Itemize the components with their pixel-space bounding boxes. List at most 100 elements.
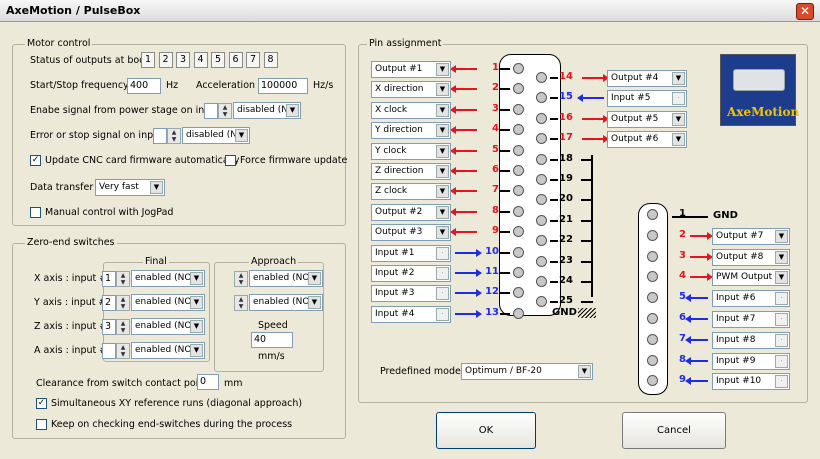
pin-assignment-select[interactable]: Output #5 ▼ bbox=[607, 110, 687, 128]
predefined-model-label: Predefined model : bbox=[380, 366, 470, 377]
boot-output-button-2[interactable]: 2 bbox=[158, 52, 173, 68]
pin-assignment-value: Input #9 bbox=[716, 355, 756, 366]
pulsebox-device-image bbox=[733, 69, 785, 91]
approach-spinner[interactable]: ▲ ▼ bbox=[234, 295, 248, 311]
pin-assignment-select[interactable]: PWM Output ▼ bbox=[712, 269, 790, 287]
boot-output-button-6[interactable]: 6 bbox=[228, 52, 243, 68]
pin-number: 17 bbox=[559, 132, 573, 144]
axis-input-spinner[interactable]: ▲ ▼ bbox=[116, 343, 130, 359]
error-input-number[interactable] bbox=[153, 128, 167, 144]
keep-checking-checkbox[interactable] bbox=[36, 419, 47, 430]
clearance-input[interactable]: 0 bbox=[197, 374, 219, 390]
pin-hole bbox=[647, 354, 658, 366]
pin-assignment-select[interactable]: Z direction ▼ bbox=[371, 163, 451, 180]
boot-output-button-8[interactable]: 8 bbox=[263, 52, 278, 68]
pin-hole bbox=[647, 313, 658, 324]
boot-output-button-5[interactable]: 5 bbox=[211, 52, 225, 68]
pin-assignment-select[interactable]: Input #10 · bbox=[712, 373, 790, 391]
pin-number: 15 bbox=[559, 91, 573, 103]
chevron-down-icon: ▼ bbox=[308, 296, 321, 309]
gnd-bus-line bbox=[591, 155, 593, 297]
speed-input[interactable]: 40 bbox=[251, 332, 293, 348]
pin-assignment-select[interactable]: Output #3 ▼ bbox=[371, 224, 451, 242]
pin-hole bbox=[536, 112, 547, 124]
pin-line bbox=[500, 190, 510, 193]
pin-assignment-select[interactable]: Z clock ▼ bbox=[371, 183, 451, 201]
predefined-model-select[interactable]: Optimum / BF-20 ▼ bbox=[461, 363, 593, 380]
pin-assignment-select[interactable]: Y direction ▼ bbox=[371, 122, 451, 140]
pin-assignment-select[interactable]: Output #1 ▼ bbox=[371, 61, 451, 78]
output-arrow-icon bbox=[450, 187, 477, 196]
pin-assignment-select[interactable]: Input #6 · bbox=[712, 290, 790, 308]
chevron-down-icon: ▼ bbox=[672, 72, 685, 85]
axis-approach-select[interactable]: enabled (NO) ▼ bbox=[249, 294, 323, 311]
axis-approach-select[interactable]: enabled (NO) ▼ bbox=[249, 270, 323, 287]
pin-assignment-value: Output #6 bbox=[611, 134, 659, 145]
chevron-down-icon: ▼ bbox=[286, 104, 299, 117]
pin-number: 7 bbox=[492, 184, 499, 196]
axis-input-spinner[interactable]: ▲ ▼ bbox=[116, 295, 130, 311]
simultaneous-xy-checkbox[interactable]: ✓ bbox=[36, 398, 47, 409]
enable-input-spinner[interactable]: ▲ ▼ bbox=[218, 103, 232, 119]
pin-assignment-select[interactable]: Input #8 · bbox=[712, 331, 790, 349]
acceleration-input[interactable]: 100000 bbox=[258, 78, 308, 94]
close-button[interactable]: ✕ bbox=[796, 3, 814, 20]
boot-output-button-1[interactable]: 1 bbox=[141, 52, 155, 68]
axis-input-number[interactable]: 2 bbox=[102, 295, 116, 311]
pin-assignment-select[interactable]: X direction ▼ bbox=[371, 81, 451, 99]
output-arrow-icon bbox=[450, 126, 477, 135]
axis-final-select[interactable]: enabled (NO) ▼ bbox=[131, 294, 205, 311]
pin-assignment-select[interactable]: Y clock ▼ bbox=[371, 142, 451, 160]
error-input-spinner[interactable]: ▲ ▼ bbox=[167, 128, 181, 144]
pin-hole bbox=[536, 276, 547, 287]
axis-input-spinner[interactable]: ▲ ▼ bbox=[116, 271, 130, 287]
boot-output-button-4[interactable]: 4 bbox=[193, 52, 208, 68]
axis-input-number[interactable]: 1 bbox=[102, 271, 116, 287]
pin-assignment-select[interactable]: Input #7 · bbox=[712, 311, 790, 328]
pin-assignment-select[interactable]: Input #2 · bbox=[371, 265, 451, 282]
axis-final-select[interactable]: enabled (NO) ▼ bbox=[131, 342, 205, 359]
ok-button[interactable]: OK bbox=[436, 412, 536, 449]
pin-assignment-select[interactable]: Output #7 ▼ bbox=[712, 227, 790, 245]
cancel-button[interactable]: Cancel bbox=[622, 412, 726, 449]
pin-assignment-select[interactable]: Output #6 ▼ bbox=[607, 131, 687, 149]
pin-assignment-value: Z clock bbox=[375, 186, 408, 197]
jogpad-checkbox[interactable] bbox=[30, 207, 41, 218]
pin-assignment-select[interactable]: Output #4 ▼ bbox=[607, 70, 687, 87]
pin-assignment-select[interactable]: X clock ▼ bbox=[371, 101, 451, 119]
start-stop-frequency-input[interactable]: 400 bbox=[127, 78, 161, 94]
pin-assignment-select[interactable]: Input #4 · bbox=[371, 305, 451, 323]
output-arrow-icon bbox=[582, 135, 609, 144]
axis-final-select[interactable]: enabled (NO) ▼ bbox=[131, 318, 205, 335]
pin-assignment-select[interactable]: Input #3 · bbox=[371, 285, 451, 303]
pin-assignment-select[interactable]: Output #2 ▼ bbox=[371, 203, 451, 221]
error-signal-select[interactable]: disabled (NC ▼ bbox=[182, 127, 250, 144]
force-firmware-checkbox[interactable] bbox=[225, 155, 236, 166]
enable-signal-select[interactable]: disabled (NC ▼ bbox=[233, 102, 301, 119]
axis-final-select[interactable]: enabled (NO) ▼ bbox=[131, 270, 205, 287]
axis-input-spinner[interactable]: ▲ ▼ bbox=[116, 319, 130, 335]
input-arrow-icon bbox=[577, 94, 604, 103]
pin-assignment-select[interactable]: Input #9 · bbox=[712, 352, 790, 370]
axis-input-number[interactable] bbox=[102, 343, 116, 359]
spin-down-icon: ▼ bbox=[120, 351, 126, 358]
chevron-down-icon: ▼ bbox=[436, 165, 449, 178]
boot-output-button-7[interactable]: 7 bbox=[246, 52, 260, 68]
enable-input-number[interactable] bbox=[204, 103, 218, 119]
approach-spinner[interactable]: ▲ ▼ bbox=[234, 271, 248, 287]
pin-assignment-select[interactable]: Output #8 ▼ bbox=[712, 248, 790, 266]
axis-final-value: enabled (NO) bbox=[135, 321, 195, 331]
output-arrow-icon bbox=[690, 273, 713, 282]
pin-line bbox=[500, 251, 510, 254]
pin-number: 5 bbox=[492, 143, 499, 155]
output-arrow-icon bbox=[450, 65, 477, 73]
pin-line bbox=[550, 97, 558, 100]
pin-assignment-select[interactable]: Input #5 · bbox=[607, 90, 687, 108]
input-arrow-icon bbox=[455, 248, 482, 257]
pin-assignment-select[interactable]: Input #1 · bbox=[371, 244, 451, 262]
chevron-down-icon: ▼ bbox=[436, 226, 449, 240]
data-transfer-select[interactable]: Very fast ▼ bbox=[95, 179, 165, 196]
boot-output-button-3[interactable]: 3 bbox=[176, 52, 190, 68]
update-firmware-checkbox[interactable]: ✓ bbox=[30, 155, 41, 166]
axis-input-number[interactable]: 3 bbox=[102, 319, 116, 335]
